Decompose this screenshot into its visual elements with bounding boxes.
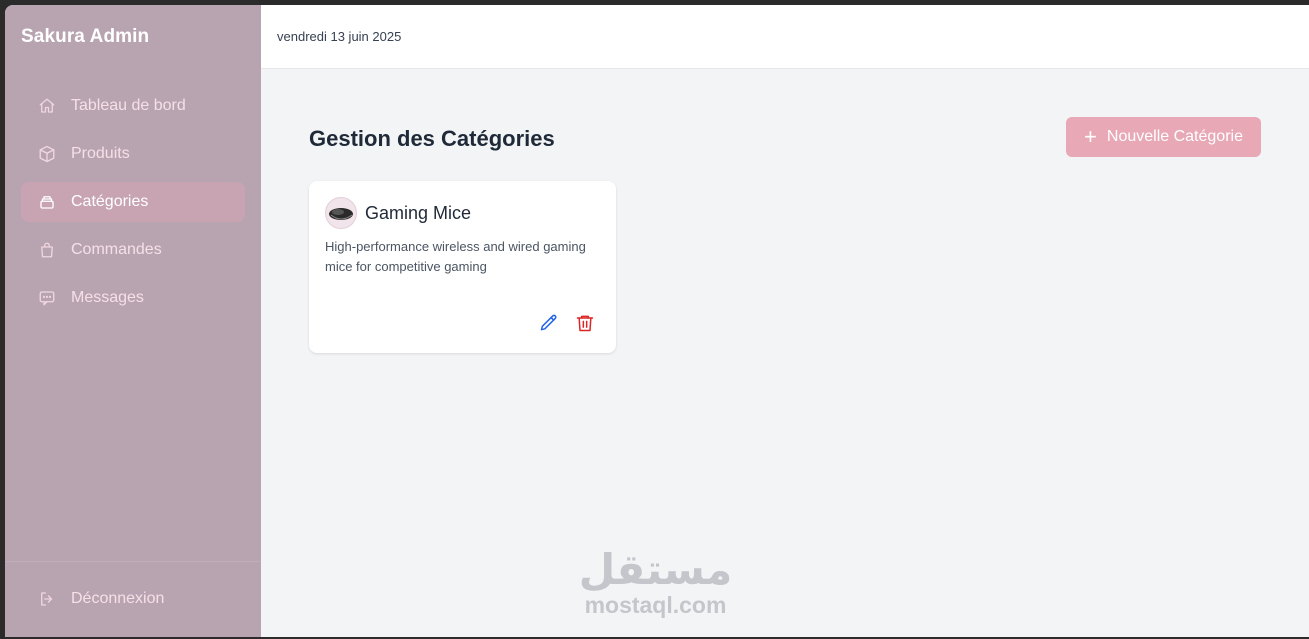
box-icon — [38, 145, 56, 163]
delete-button[interactable] — [574, 312, 596, 334]
top-bar: vendredi 13 juin 2025 — [261, 5, 1309, 69]
sidebar-nav: Tableau de bord Produits Catégories Comm… — [21, 86, 245, 326]
category-card-header: Gaming Mice — [325, 197, 471, 229]
sidebar-item-label: Commandes — [71, 241, 162, 258]
pencil-icon — [540, 314, 557, 331]
category-name: Gaming Mice — [365, 202, 472, 223]
sidebar-item-dashboard[interactable]: Tableau de bord — [21, 86, 245, 126]
logout-label: Déconnexion — [71, 590, 165, 607]
category-image — [325, 197, 357, 229]
edit-button[interactable] — [538, 312, 560, 334]
new-category-button[interactable]: + Nouvelle Catégorie — [1066, 117, 1261, 157]
category-card: Gaming Mice High-performance wireless an… — [309, 181, 616, 353]
page-title: Gestion des Catégories — [309, 126, 555, 151]
app-window: Sakura Admin Tableau de bord Produits Ca… — [5, 5, 1309, 637]
main-content: vendredi 13 juin 2025 Gestion des Catégo… — [261, 5, 1309, 637]
message-icon — [38, 289, 56, 307]
sidebar-item-label: Messages — [71, 289, 144, 306]
sidebar-item-messages[interactable]: Messages — [21, 278, 245, 318]
logout-button[interactable]: Déconnexion — [38, 590, 164, 608]
gaming-mouse-icon — [329, 208, 353, 220]
layers-icon — [38, 193, 56, 211]
sidebar-item-label: Tableau de bord — [71, 97, 186, 114]
trash-icon — [576, 315, 594, 332]
logout-icon — [38, 590, 56, 608]
sidebar: Sakura Admin Tableau de bord Produits Ca… — [5, 5, 261, 637]
current-date: vendredi 13 juin 2025 — [277, 29, 402, 44]
plus-icon: + — [1084, 124, 1097, 149]
category-actions — [524, 312, 596, 334]
shopping-bag-icon — [38, 241, 56, 259]
home-icon — [38, 97, 56, 115]
category-description: High-performance wireless and wired gami… — [325, 239, 586, 274]
sidebar-item-categories[interactable]: Catégories — [21, 182, 245, 222]
sidebar-item-label: Catégories — [71, 193, 149, 210]
brand-title: Sakura Admin — [21, 26, 150, 47]
sidebar-divider — [5, 561, 261, 562]
sidebar-item-label: Produits — [71, 145, 130, 162]
sidebar-item-products[interactable]: Produits — [21, 134, 245, 174]
new-category-button-label: Nouvelle Catégorie — [1106, 128, 1243, 145]
sidebar-item-orders[interactable]: Commandes — [21, 230, 245, 270]
